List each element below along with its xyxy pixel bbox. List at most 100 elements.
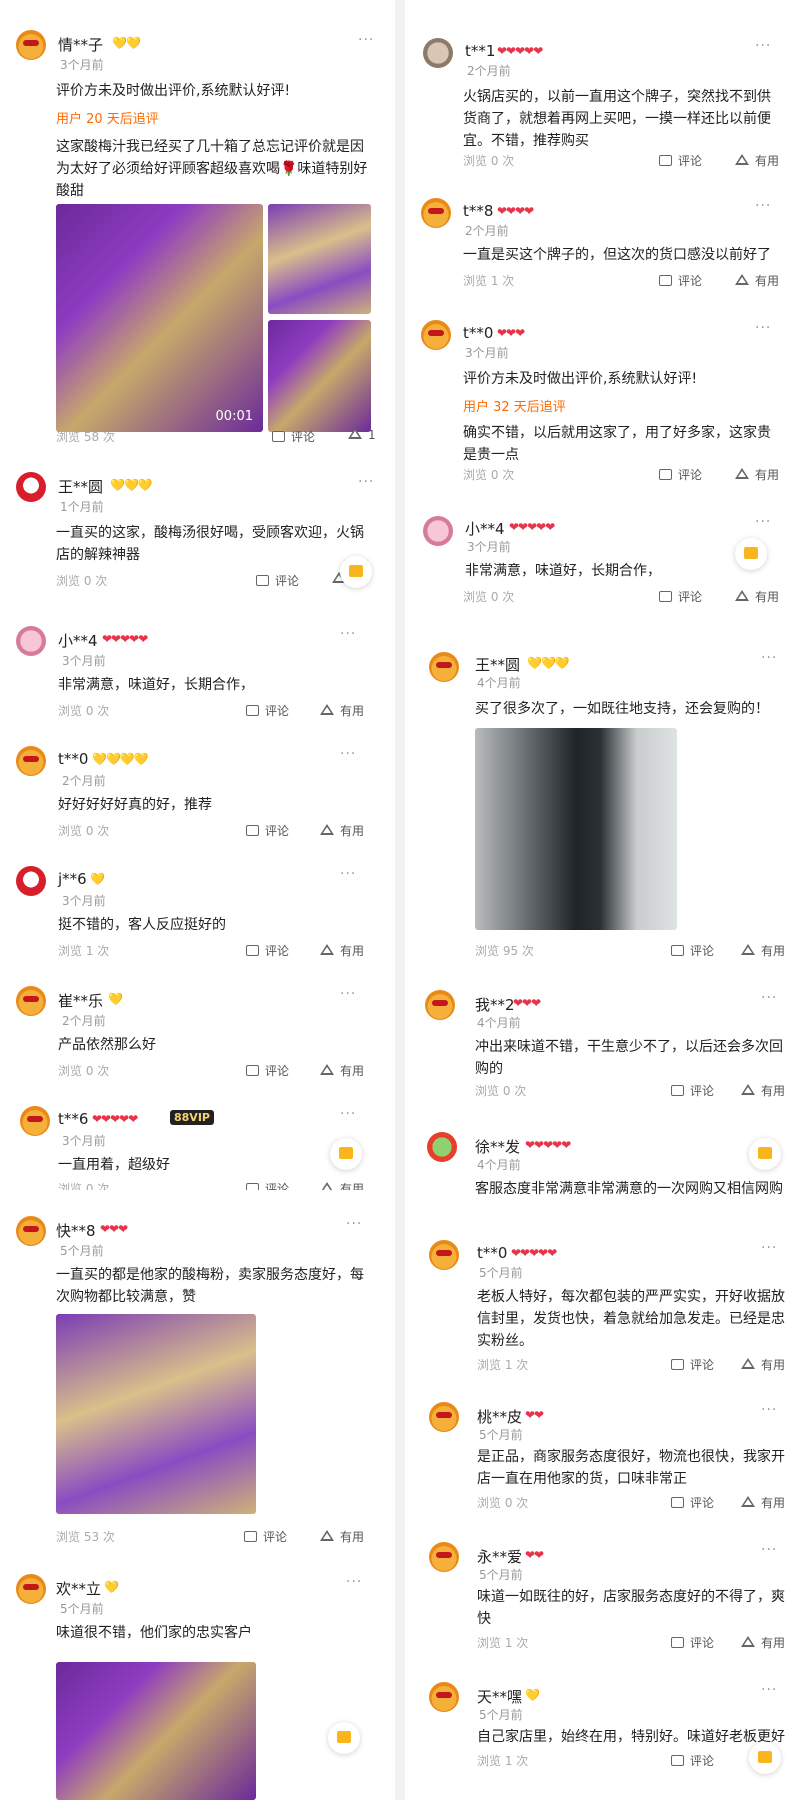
useful-button[interactable]: 1 bbox=[348, 428, 376, 442]
comment-button[interactable]: 评论 bbox=[246, 1180, 289, 1190]
useful-button[interactable]: 有用 bbox=[320, 1528, 364, 1545]
useful-button[interactable]: 有用 bbox=[741, 942, 785, 959]
comment-button[interactable]: 评论 bbox=[246, 702, 289, 719]
reviewer-name[interactable]: 快**8 bbox=[56, 1220, 96, 1241]
comment-button[interactable]: 评论 bbox=[659, 152, 702, 169]
useful-button[interactable]: 有用 bbox=[741, 1082, 785, 1099]
reviewer-name[interactable]: 徐**发 bbox=[475, 1136, 520, 1157]
comment-button[interactable]: 评论 bbox=[671, 942, 714, 959]
reviewer-name[interactable]: t**1 bbox=[465, 42, 495, 60]
comment-button[interactable]: 评论 bbox=[671, 1082, 714, 1099]
review-photo[interactable] bbox=[475, 728, 677, 930]
reviewer-name[interactable]: t**0 bbox=[58, 750, 88, 768]
avatar[interactable] bbox=[20, 1106, 50, 1136]
useful-button[interactable]: 有用 bbox=[735, 466, 779, 483]
avatar[interactable] bbox=[423, 516, 453, 546]
useful-button[interactable]: 有用 bbox=[320, 1180, 364, 1190]
comment-button[interactable]: 评论 bbox=[272, 428, 315, 445]
avatar[interactable] bbox=[429, 1402, 459, 1432]
feedback-float-button[interactable] bbox=[749, 1138, 781, 1170]
avatar[interactable] bbox=[421, 198, 451, 228]
more-icon[interactable]: ··· bbox=[358, 474, 374, 490]
more-icon[interactable]: ··· bbox=[761, 1240, 777, 1256]
useful-button[interactable]: 有用 bbox=[735, 152, 779, 169]
feedback-float-button[interactable] bbox=[330, 1138, 362, 1170]
comment-button[interactable]: 评论 bbox=[246, 1062, 289, 1079]
review-photo[interactable] bbox=[268, 204, 371, 314]
useful-button[interactable]: 有用 bbox=[741, 1634, 785, 1651]
reviewer-name[interactable]: t**8 bbox=[463, 202, 493, 220]
comment-button[interactable]: 评论 bbox=[246, 822, 289, 839]
feedback-float-button[interactable] bbox=[340, 556, 372, 588]
more-icon[interactable]: ··· bbox=[340, 866, 356, 882]
avatar[interactable] bbox=[16, 866, 46, 896]
reviewer-name[interactable]: 王**圆 bbox=[475, 654, 520, 675]
reviewer-name[interactable]: t**0 bbox=[463, 324, 493, 342]
more-icon[interactable]: ··· bbox=[346, 1574, 362, 1590]
comment-button[interactable]: 评论 bbox=[659, 272, 702, 289]
avatar[interactable] bbox=[16, 986, 46, 1016]
useful-button[interactable]: 有用 bbox=[735, 588, 779, 605]
comment-button[interactable]: 评论 bbox=[671, 1634, 714, 1651]
review-photo[interactable] bbox=[56, 1662, 256, 1800]
feedback-float-button[interactable] bbox=[749, 1742, 781, 1774]
more-icon[interactable]: ··· bbox=[755, 198, 771, 214]
avatar[interactable] bbox=[429, 1682, 459, 1712]
feedback-float-button[interactable] bbox=[328, 1722, 360, 1754]
useful-button[interactable]: 有用 bbox=[741, 1356, 785, 1373]
reviewer-name[interactable]: 欢**立 bbox=[56, 1578, 101, 1599]
avatar[interactable] bbox=[16, 1216, 46, 1246]
reviewer-name[interactable]: 桃**皮 bbox=[477, 1406, 522, 1427]
review-photo[interactable] bbox=[268, 320, 371, 432]
more-icon[interactable]: ··· bbox=[340, 1106, 356, 1122]
useful-button[interactable]: 有用 bbox=[741, 1494, 785, 1511]
useful-button[interactable]: 有用 bbox=[320, 942, 364, 959]
reviewer-name[interactable]: t**0 bbox=[477, 1244, 507, 1262]
useful-button[interactable]: 有用 bbox=[735, 272, 779, 289]
comment-button[interactable]: 评论 bbox=[671, 1356, 714, 1373]
more-icon[interactable]: ··· bbox=[340, 626, 356, 642]
reviewer-name[interactable]: 我**2 bbox=[475, 994, 515, 1015]
feedback-float-button[interactable] bbox=[735, 538, 767, 570]
more-icon[interactable]: ··· bbox=[761, 650, 777, 666]
comment-button[interactable]: 评论 bbox=[246, 942, 289, 959]
avatar[interactable] bbox=[16, 626, 46, 656]
reviewer-name[interactable]: 永**爱 bbox=[477, 1546, 522, 1567]
comment-button[interactable]: 评论 bbox=[244, 1528, 287, 1545]
avatar[interactable] bbox=[429, 1542, 459, 1572]
reviewer-name[interactable]: 王**圆 bbox=[58, 476, 103, 497]
avatar[interactable] bbox=[427, 1132, 457, 1162]
useful-button[interactable]: 有用 bbox=[320, 822, 364, 839]
comment-button[interactable]: 评论 bbox=[256, 572, 299, 589]
reviewer-name[interactable]: 天**嘿 bbox=[477, 1686, 522, 1707]
avatar[interactable] bbox=[429, 652, 459, 682]
review-video-thumbnail[interactable]: 00:01 bbox=[56, 204, 263, 432]
comment-button[interactable]: 评论 bbox=[671, 1752, 714, 1769]
avatar[interactable] bbox=[16, 1574, 46, 1604]
avatar[interactable] bbox=[429, 1240, 459, 1270]
more-icon[interactable]: ··· bbox=[340, 986, 356, 1002]
review-photo[interactable] bbox=[56, 1314, 256, 1514]
more-icon[interactable]: ··· bbox=[755, 38, 771, 54]
reviewer-name[interactable]: 崔**乐 bbox=[58, 990, 103, 1011]
more-icon[interactable]: ··· bbox=[358, 32, 374, 48]
more-icon[interactable]: ··· bbox=[340, 746, 356, 762]
comment-button[interactable]: 评论 bbox=[659, 588, 702, 605]
avatar[interactable] bbox=[16, 30, 46, 60]
comment-button[interactable]: 评论 bbox=[659, 466, 702, 483]
more-icon[interactable]: ··· bbox=[761, 990, 777, 1006]
avatar[interactable] bbox=[421, 320, 451, 350]
reviewer-name[interactable]: j**6 bbox=[58, 870, 87, 888]
avatar[interactable] bbox=[425, 990, 455, 1020]
more-icon[interactable]: ··· bbox=[346, 1216, 362, 1232]
reviewer-name[interactable]: t**6 bbox=[58, 1110, 88, 1128]
comment-button[interactable]: 评论 bbox=[671, 1494, 714, 1511]
reviewer-name[interactable]: 小**4 bbox=[465, 518, 505, 539]
more-icon[interactable]: ··· bbox=[755, 320, 771, 336]
more-icon[interactable]: ··· bbox=[761, 1402, 777, 1418]
more-icon[interactable]: ··· bbox=[755, 514, 771, 530]
useful-button[interactable]: 有用 bbox=[320, 702, 364, 719]
reviewer-name[interactable]: 小**4 bbox=[58, 630, 98, 651]
reviewer-name[interactable]: 情**子 bbox=[58, 34, 103, 55]
more-icon[interactable]: ··· bbox=[761, 1682, 777, 1698]
